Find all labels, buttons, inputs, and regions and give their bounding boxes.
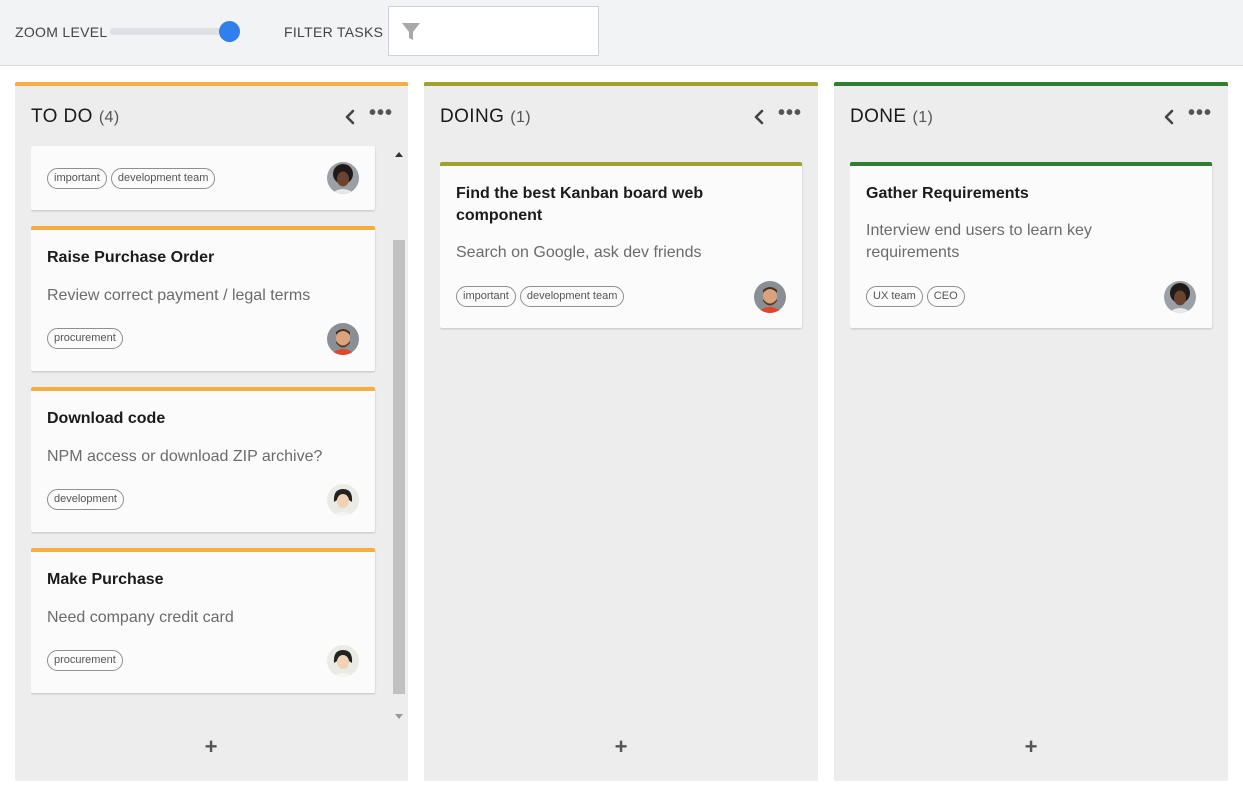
column-done-color-bar: [834, 82, 1228, 86]
scroll-down-arrow[interactable]: [395, 714, 403, 719]
task-card[interactable]: important development team: [31, 146, 375, 210]
card-tags: important development team: [456, 286, 625, 307]
avatar: [327, 645, 359, 677]
column-done: DONE (1) ••• Gather Requirements Intervie…: [834, 82, 1228, 781]
zoom-slider[interactable]: [110, 28, 230, 35]
card-title: Make Purchase: [47, 571, 164, 588]
avatar: [327, 484, 359, 516]
scrollbar[interactable]: [392, 146, 406, 719]
tag: development team: [519, 286, 625, 307]
task-card[interactable]: Gather Requirements Interview end users …: [850, 162, 1212, 328]
card-color-bar: [31, 387, 375, 391]
tag: procurement: [47, 650, 123, 671]
zoom-level-label: ZOOM LEVEL: [15, 24, 108, 40]
card-title: Raise Purchase Order: [47, 249, 215, 266]
column-title-label: DONE: [850, 106, 907, 127]
column-done-cards: Gather Requirements Interview end users …: [850, 146, 1214, 446]
toolbar: ZOOM LEVEL FILTER TASKS: [0, 0, 1243, 66]
card-description: Search on Google, ask dev friends: [456, 244, 702, 261]
card-tags: UX team CEO: [866, 286, 965, 307]
column-todo-title: TO DO (4): [31, 106, 120, 128]
scroll-up-arrow[interactable]: [395, 152, 403, 157]
card-title: Find the best Kanban board web component: [456, 185, 704, 224]
card-description: NPM access or download ZIP archive?: [47, 448, 323, 465]
avatar: [754, 281, 786, 313]
column-todo: TO DO (4) ••• important development team: [15, 82, 408, 781]
card-color-bar: [31, 226, 375, 230]
zoom-slider-thumb[interactable]: [219, 21, 240, 42]
tag: development team: [110, 168, 216, 189]
card-description: Need company credit card: [47, 609, 234, 626]
column-count: (1): [510, 109, 532, 126]
card-color-bar: [850, 162, 1212, 166]
card-tags: procurement: [47, 328, 123, 349]
avatar: [327, 162, 359, 194]
task-card[interactable]: Make Purchase Need company credit card p…: [31, 548, 375, 693]
more-horizontal-icon[interactable]: •••: [369, 103, 393, 126]
tag: development: [47, 489, 124, 510]
avatar: [327, 323, 359, 355]
avatar: [1164, 281, 1196, 313]
card-description: Review correct payment / legal terms: [47, 287, 311, 304]
filter-tasks-label: FILTER TASKS: [284, 24, 384, 40]
task-card[interactable]: Raise Purchase Order Review correct paym…: [31, 226, 375, 371]
tag: important: [456, 286, 516, 307]
column-doing-cards: Find the best Kanban board web component…: [440, 146, 804, 446]
tag: important: [47, 168, 107, 189]
filter-icon: [402, 23, 420, 40]
task-card[interactable]: Download code NPM access or download ZIP…: [31, 387, 375, 532]
column-todo-color-bar: [15, 82, 408, 86]
card-tags: important development team: [47, 168, 216, 189]
column-done-title: DONE (1): [850, 106, 933, 128]
chevron-left-icon[interactable]: [752, 108, 766, 126]
card-title: Download code: [47, 410, 166, 427]
column-count: (4): [98, 109, 120, 126]
column-doing: DOING (1) ••• Find the best Kanban board …: [424, 82, 818, 781]
add-card-button[interactable]: +: [611, 736, 631, 758]
card-color-bar: [440, 162, 802, 166]
task-card[interactable]: Find the best Kanban board web component…: [440, 162, 802, 328]
column-doing-color-bar: [424, 82, 818, 86]
add-card-button[interactable]: +: [201, 736, 221, 758]
tag: UX team: [866, 286, 923, 307]
column-title-label: TO DO: [31, 106, 93, 127]
filter-input[interactable]: [388, 6, 599, 56]
card-tags: procurement: [47, 650, 123, 671]
chevron-left-icon[interactable]: [343, 108, 357, 126]
column-count: (1): [912, 109, 934, 126]
column-title-label: DOING: [440, 106, 505, 127]
more-horizontal-icon[interactable]: •••: [778, 103, 802, 126]
card-title: Gather Requirements: [866, 185, 1029, 202]
tag: procurement: [47, 328, 123, 349]
zoom-slider-fill: [110, 28, 230, 35]
card-color-bar: [31, 548, 375, 552]
scrollbar-thumb[interactable]: [393, 240, 405, 694]
column-doing-title: DOING (1): [440, 106, 531, 128]
card-tags: development: [47, 489, 124, 510]
column-todo-cards: important development team Raise Purchas…: [31, 146, 391, 708]
tag: CEO: [926, 286, 965, 307]
chevron-left-icon[interactable]: [1162, 108, 1176, 126]
card-description: Interview end users to learn key require…: [866, 222, 1092, 261]
add-card-button[interactable]: +: [1021, 736, 1041, 758]
more-horizontal-icon[interactable]: •••: [1188, 103, 1212, 126]
